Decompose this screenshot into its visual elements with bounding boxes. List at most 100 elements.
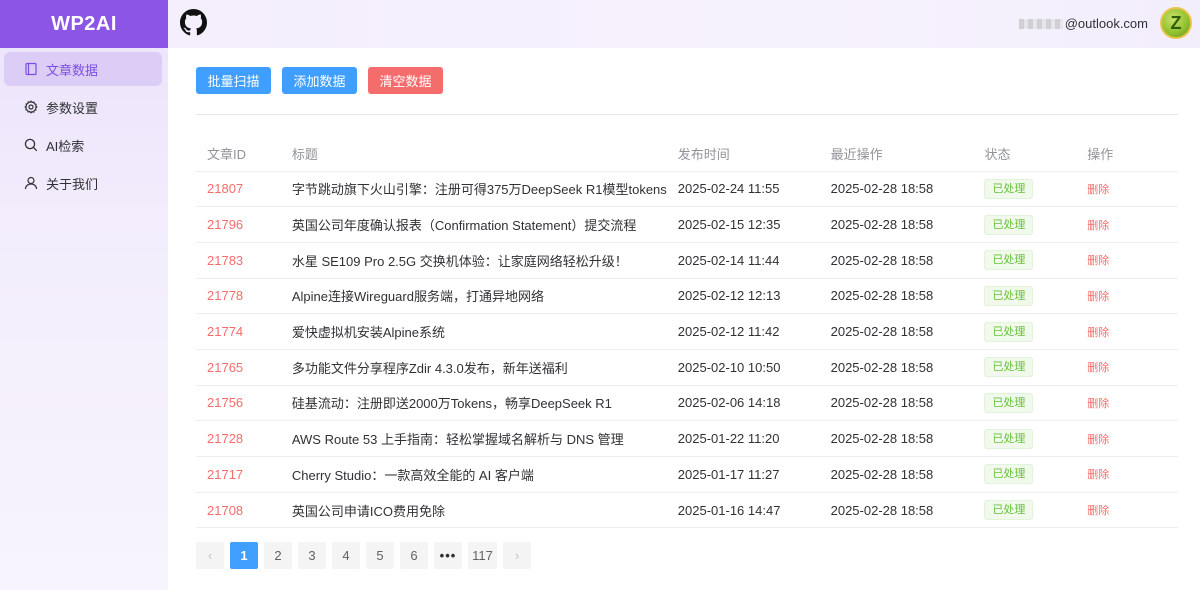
status-cell: 已处理 [973,313,1077,350]
status-badge: 已处理 [984,464,1034,485]
action-cell: 删除 [1076,206,1178,243]
status-badge: 已处理 [984,392,1034,413]
avatar[interactable]: Z [1160,7,1192,39]
published-time: 2025-02-12 11:42 [666,313,820,350]
delete-button[interactable]: 删除 [1087,505,1109,517]
last-operation-time: 2025-02-28 18:58 [819,456,974,493]
page-1-button[interactable]: 1 [230,542,258,569]
article-title: 多功能文件分享程序Zdir 4.3.0发布，新年送福利 [280,349,667,386]
table-row: 21708 英国公司申请ICO费用免除 2025-01-16 14:47 2025-0… [196,492,1178,529]
article-id[interactable]: 21708 [196,492,281,529]
article-id[interactable]: 21756 [196,385,281,422]
status-badge: 已处理 [984,250,1034,271]
delete-button[interactable]: 删除 [1087,291,1109,303]
action-cell: 删除 [1076,349,1178,386]
page-3-button[interactable]: 3 [298,542,326,569]
last-operation-time: 2025-02-28 18:58 [819,278,974,315]
published-time: 2025-02-15 12:35 [666,206,820,243]
pagination: ‹ 1 2 3 4 5 6 ••• 117 › [196,542,537,569]
status-badge: 已处理 [984,321,1034,342]
status-cell: 已处理 [973,456,1077,493]
page-2-button[interactable]: 2 [264,542,292,569]
column-header-title: 标题 [280,136,667,172]
action-cell: 删除 [1076,385,1178,422]
main-content: 批量扫描 添加数据 清空数据 文章ID 标题 发布时间 最近操作 状态 操作 2… [168,48,1200,590]
status-cell: 已处理 [973,492,1077,529]
user-icon [24,176,38,190]
sidebar-item-about[interactable]: 关于我们 [4,166,162,200]
status-cell: 已处理 [973,420,1077,457]
status-badge: 已处理 [984,500,1034,521]
sidebar-menu: 文章数据 参数设置 AI检索 关于我们 [0,48,168,200]
article-id[interactable]: 21783 [196,242,281,279]
delete-button[interactable]: 删除 [1087,255,1109,267]
table-row: 21778 Alpine连接Wireguard服务端，打通异地网络 2025-02-… [196,278,1178,315]
last-operation-time: 2025-02-28 18:58 [819,242,974,279]
page-5-button[interactable]: 5 [366,542,394,569]
sidebar-item-settings[interactable]: 参数设置 [4,90,162,124]
article-title: 爱快虚拟机安装Alpine系统 [280,313,667,350]
status-badge: 已处理 [984,428,1034,449]
article-title: 硅基流动：注册即送2000万Tokens，畅享DeepSeek R1 [280,385,667,422]
last-operation-time: 2025-02-28 18:58 [819,206,974,243]
article-id[interactable]: 21728 [196,420,281,457]
delete-button[interactable]: 删除 [1087,469,1109,481]
ellipsis-button[interactable]: ••• [434,542,462,569]
last-operation-time: 2025-02-28 18:58 [819,492,974,529]
add-data-button[interactable]: 添加数据 [282,67,357,94]
batch-scan-button[interactable]: 批量扫描 [196,67,271,94]
page-last-button[interactable]: 117 [468,542,497,569]
sidebar-item-label: 参数设置 [46,100,99,116]
table-row: 21796 英国公司年度确认报表（Confirmation Statement）提… [196,206,1178,243]
article-id[interactable]: 21796 [196,206,281,243]
next-page-button[interactable]: › [503,542,531,569]
delete-button[interactable]: 删除 [1087,362,1109,374]
last-operation-time: 2025-02-28 18:58 [819,385,974,422]
status-badge: 已处理 [984,357,1034,378]
action-cell: 删除 [1076,171,1178,208]
page-4-button[interactable]: 4 [332,542,360,569]
delete-button[interactable]: 删除 [1087,220,1109,232]
page-6-button[interactable]: 6 [400,542,428,569]
article-title: AWS Route 53 上手指南：轻松掌握域名解析与 DNS 管理 [280,420,667,457]
article-id[interactable]: 21774 [196,313,281,350]
column-header-status: 状态 [973,136,1077,172]
articles-table: 文章ID 标题 发布时间 最近操作 状态 操作 21807 字节跳动旗下火山引擎：… [196,136,1178,529]
article-title: 英国公司申请ICO费用免除 [280,492,667,529]
published-time: 2025-02-10 10:50 [666,349,820,386]
action-cell: 删除 [1076,242,1178,279]
prev-page-button[interactable]: ‹ [196,542,224,569]
app-logo[interactable]: WP2AI [0,0,168,48]
clear-data-button[interactable]: 清空数据 [368,67,443,94]
delete-button[interactable]: 删除 [1087,184,1109,196]
sidebar-item-articles[interactable]: 文章数据 [4,52,162,86]
divider [196,114,1178,115]
sidebar-item-ai-search[interactable]: AI检索 [4,128,162,162]
top-header: @outlook.com Z [168,0,1200,48]
article-id[interactable]: 21717 [196,456,281,493]
delete-button[interactable]: 删除 [1087,434,1109,446]
table-row: 21765 多功能文件分享程序Zdir 4.3.0发布，新年送福利 2025-02-… [196,349,1178,386]
article-title: Cherry Studio：一款高效全能的 AI 客户端 [280,456,667,493]
article-id[interactable]: 21765 [196,349,281,386]
github-icon[interactable] [180,9,207,36]
article-title: Alpine连接Wireguard服务端，打通异地网络 [280,278,667,315]
status-badge: 已处理 [984,285,1034,306]
article-id[interactable]: 21778 [196,278,281,315]
status-cell: 已处理 [973,171,1077,208]
status-cell: 已处理 [973,242,1077,279]
delete-button[interactable]: 删除 [1087,327,1109,339]
action-cell: 删除 [1076,313,1178,350]
email-suffix: @outlook.com [1064,16,1148,31]
delete-button[interactable]: 删除 [1087,398,1109,410]
sidebar-item-label: 关于我们 [46,176,99,192]
published-time: 2025-02-12 12:13 [666,278,820,315]
last-operation-time: 2025-02-28 18:58 [819,171,974,208]
user-email[interactable]: @outlook.com [1018,16,1148,31]
sidebar: WP2AI 文章数据 参数设置 AI检索 关于我们 [0,0,168,590]
table-row: 21717 Cherry Studio：一款高效全能的 AI 客户端 2025-01… [196,456,1178,493]
status-cell: 已处理 [973,206,1077,243]
article-id[interactable]: 21807 [196,171,281,208]
table-header-row: 文章ID 标题 发布时间 最近操作 状态 操作 [196,136,1178,172]
published-time: 2025-02-24 11:55 [666,171,820,208]
